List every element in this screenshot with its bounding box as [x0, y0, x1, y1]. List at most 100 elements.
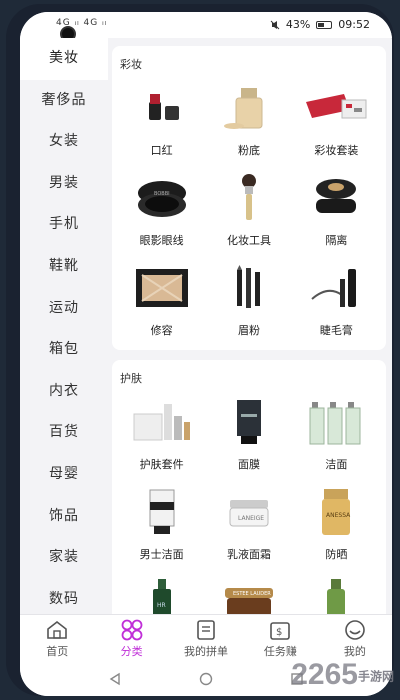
section-title: 护肤: [120, 372, 142, 385]
category-tile[interactable]: 粉底: [205, 82, 292, 166]
mute-icon: [270, 20, 280, 29]
sidebar-item-sports[interactable]: 运动: [20, 288, 108, 330]
nav-group-order[interactable]: 我的拼单: [169, 615, 243, 662]
tile-label: 乳液面霜: [226, 548, 271, 561]
mascara-icon: [304, 262, 368, 314]
makeup-set-icon: [304, 82, 368, 134]
nav-category[interactable]: 分类: [94, 615, 168, 662]
contour-palette-icon: [130, 262, 194, 314]
sidebar-item-baby[interactable]: 母婴: [20, 454, 108, 496]
category-tile[interactable]: ESTEE LAUDER: [205, 576, 292, 614]
category-tile[interactable]: 口红: [118, 82, 205, 166]
skincare-set-icon: [130, 396, 194, 448]
green-bottle-icon: [304, 576, 368, 614]
category-tile[interactable]: LANEIGE 乳液面霜: [205, 486, 292, 570]
nav-task-earn[interactable]: $ 任务赚: [243, 615, 317, 662]
category-tile[interactable]: ANESSA 防晒: [293, 486, 380, 570]
section-title: 彩妆: [120, 58, 142, 71]
makeup-brush-icon: [217, 172, 281, 224]
foundation-bottle-icon: [217, 82, 281, 134]
tile-label: 化妆工具: [226, 234, 271, 247]
home-icon: [47, 620, 68, 639]
cream-jar-icon: LANEIGE: [217, 486, 281, 538]
category-tile[interactable]: [293, 576, 380, 614]
serum-bottle-icon: HR: [130, 576, 194, 614]
app-screen: 4G ᵢₗ 4G ᵢₗ 43% 09:52 美妆 奢侈品 女装 男装 手机 鞋靴…: [20, 12, 392, 696]
nav-label-profile: 我的: [343, 645, 366, 658]
category-tile[interactable]: HR: [118, 576, 205, 614]
svg-text:ANESSA: ANESSA: [326, 512, 351, 519]
nav-label-group-order: 我的拼单: [184, 645, 229, 658]
men-cleanser-icon: [130, 486, 194, 538]
battery-icon: [316, 20, 333, 29]
section-makeup: 彩妆 口红 粉底 彩妆套装 BOBBI 眼影眼线 化妆工具 隔离 修容 眉粉 睫…: [112, 46, 386, 350]
svg-text:HR: HR: [157, 602, 166, 609]
cleanser-bottles-icon: [304, 396, 368, 448]
nav-label-home: 首页: [46, 645, 69, 658]
category-content: 彩妆 口红 粉底 彩妆套装 BOBBI 眼影眼线 化妆工具 隔离 修容 眉粉 睫…: [112, 46, 390, 614]
category-tile[interactable]: 化妆工具: [205, 172, 292, 256]
bottom-nav: 首页 分类 我的拼单 $ 任务赚 我的: [20, 614, 392, 662]
tile-label: 粉底: [237, 144, 260, 157]
phone-frame: 4G ᵢₗ 4G ᵢₗ 43% 09:52 美妆 奢侈品 女装 男装 手机 鞋靴…: [6, 4, 394, 696]
tile-label: 面膜: [237, 458, 260, 471]
svg-text:LANEIGE: LANEIGE: [238, 515, 264, 522]
face-mask-tube-icon: [217, 396, 281, 448]
sunscreen-bottle-icon: ANESSA: [304, 486, 368, 538]
sidebar-item-luxury[interactable]: 奢侈品: [20, 80, 108, 122]
task-earn-icon: $: [270, 622, 291, 640]
tile-label: 眼影眼线: [139, 234, 184, 247]
category-tile[interactable]: 睫毛膏: [293, 262, 380, 346]
nav-label-category: 分类: [120, 645, 143, 658]
tile-label: 男士洁面: [139, 548, 184, 561]
tile-label: 隔离: [325, 234, 348, 247]
sidebar-item-shoes[interactable]: 鞋靴: [20, 246, 108, 288]
tile-label: 眉粉: [237, 324, 260, 337]
battery-percent: 43%: [285, 18, 311, 31]
site-watermark: 2265手游网: [291, 658, 394, 692]
tile-label: 睫毛膏: [319, 324, 353, 337]
sidebar-item-general[interactable]: 百货: [20, 412, 108, 454]
home-circle-icon[interactable]: [199, 672, 213, 686]
nav-home[interactable]: 首页: [20, 615, 94, 662]
category-tile[interactable]: 眉粉: [205, 262, 292, 346]
svg-text:BOBBI: BOBBI: [154, 191, 170, 197]
tile-label: 洁面: [325, 458, 348, 471]
sidebar-item-makeup[interactable]: 美妆: [20, 38, 108, 80]
category-tile[interactable]: BOBBI 眼影眼线: [118, 172, 205, 256]
category-tile[interactable]: 隔离: [293, 172, 380, 256]
category-tile[interactable]: 洁面: [293, 396, 380, 480]
category-tile[interactable]: 男士洁面: [118, 486, 205, 570]
category-tile[interactable]: 护肤套件: [118, 396, 205, 480]
status-bar: 4G ᵢₗ 4G ᵢₗ 43% 09:52: [20, 12, 392, 42]
sidebar-item-home[interactable]: 家装: [20, 537, 108, 579]
eyeshadow-icon: BOBBI: [130, 172, 194, 224]
sidebar-item-digital[interactable]: 数码: [20, 579, 108, 614]
section-skincare: 护肤 护肤套件 面膜 洁面 男士洁面 LANEIGE 乳液面霜 ANESSA 防…: [112, 360, 386, 614]
sidebar-item-bags[interactable]: 箱包: [20, 329, 108, 371]
clock: 09:52: [338, 18, 370, 31]
sidebar-item-underwear[interactable]: 内衣: [20, 371, 108, 413]
category-tile[interactable]: 修容: [118, 262, 205, 346]
category-tile[interactable]: 面膜: [205, 396, 292, 480]
sidebar-item-mens[interactable]: 男装: [20, 163, 108, 205]
category-icon: [121, 619, 143, 641]
category-sidebar: 美妆 奢侈品 女装 男装 手机 鞋靴 运动 箱包 内衣 百货 母婴 饰品 家装 …: [20, 38, 108, 614]
tile-label: 防晒: [325, 548, 348, 561]
watermark-sub: 手游网: [357, 669, 394, 684]
tile-label: 修容: [150, 324, 173, 337]
nav-label-task-earn: 任务赚: [263, 645, 297, 658]
tile-label: 护肤套件: [139, 458, 184, 471]
sidebar-item-phones[interactable]: 手机: [20, 204, 108, 246]
lipstick-icon: [130, 82, 194, 134]
eye-cream-jar-icon: ESTEE LAUDER: [217, 576, 281, 614]
tile-label: 口红: [150, 144, 173, 157]
category-tile[interactable]: 彩妆套装: [293, 82, 380, 166]
svg-text:ESTEE LAUDER: ESTEE LAUDER: [233, 591, 271, 597]
nav-profile[interactable]: 我的: [318, 615, 392, 662]
back-icon[interactable]: [108, 672, 122, 686]
cushion-compact-icon: [304, 172, 368, 224]
sidebar-item-womens[interactable]: 女装: [20, 121, 108, 163]
svg-text:$: $: [276, 627, 282, 638]
sidebar-item-jewelry[interactable]: 饰品: [20, 496, 108, 538]
